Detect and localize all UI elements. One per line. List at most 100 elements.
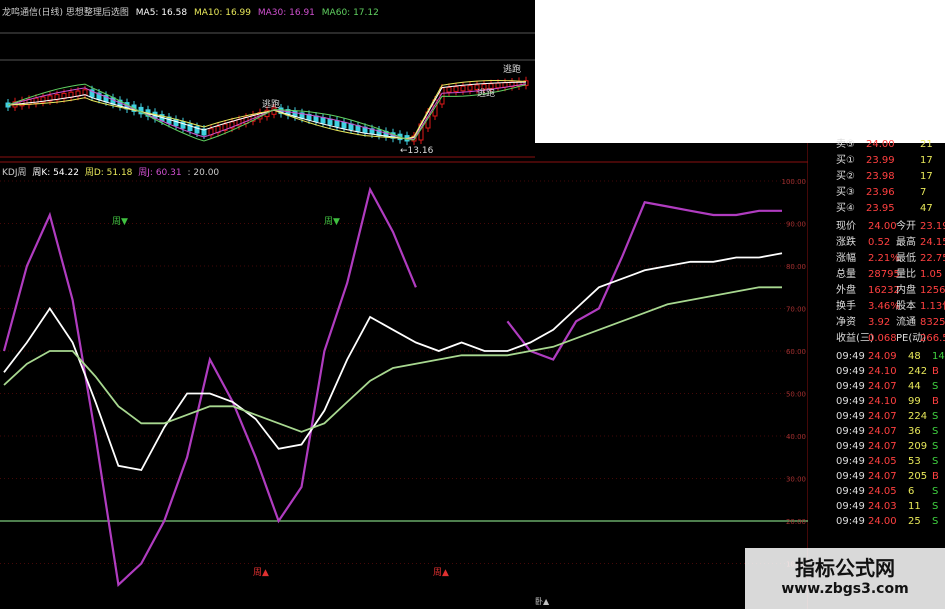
extra-label: : 20.00 [187,168,220,178]
sell-signal-1: 周▼ [112,217,128,227]
stat-value: 1.05 [920,269,943,280]
stat-label: 外盘 [836,285,856,296]
tick-volume: 25 [908,516,921,527]
stat-label: 最低 [896,253,916,264]
stat-label: 量比 [896,269,916,280]
stat-label: 最高 [896,237,916,248]
tick-volume: 209 [908,441,928,452]
tick-price: 24.05 [868,486,897,497]
tick-row: 09:49 24.07 44 S [808,379,945,395]
candle-body [495,82,501,89]
tick-volume: 44 [908,381,921,392]
y-tick-label: 80.00 [786,263,806,271]
stat-value: 8325万 [920,317,945,328]
stat-value: 266.5 [920,333,945,344]
tick-side: B [932,366,939,377]
tick-volume: 53 [908,456,921,467]
tick-side: S [932,486,939,497]
stat-row: 外盘16232内盘12563 [808,283,945,299]
stat-row: 总量 28795 量比 1.05 [808,267,945,283]
y-tick-label: 70.00 [786,306,806,314]
tick-volume: 224 [908,411,928,422]
order-price: 23.96 [866,187,895,198]
escape-label-2: 逃跑 [477,89,496,99]
candle-body [320,117,326,124]
order-volume: 17 [920,171,933,182]
tick-row: 09:49 24.03 11 S [808,499,945,515]
tick-price: 24.05 [868,456,897,467]
order-price: 23.98 [866,171,895,182]
tick-volume: 48 [908,351,921,362]
stat-row: 换手 3.46%股本 1.13亿 [808,299,945,315]
low-price-label: ←13.16 [400,146,434,156]
j-label: 周J: 60.31 [138,168,182,178]
tick-side: S [932,426,939,437]
tick-volume: 99 [908,396,921,407]
j-series-line [2,186,782,588]
ma5-label: MA5: 16.58 [135,8,188,18]
d-series-line [3,286,782,433]
tick-side: S [932,411,939,422]
tick-price: 24.09 [868,351,897,362]
y-tick-label: 60.00 [786,348,806,356]
tick-side: S [932,516,939,527]
tick-price: 24.00 [868,516,897,527]
tick-volume: 205 [908,471,928,482]
stat-value: 3.92 [868,317,891,328]
candle-body [327,118,333,126]
tick-price: 24.07 [868,441,897,452]
stat-value: 2.21% [868,253,900,264]
tick-row: 09:49 24.10 242 B [808,364,945,380]
stat-label: 涨跌 [836,237,856,248]
bottom-marker: 卧▲ [535,597,550,606]
tick-price: 24.07 [868,426,897,437]
tick-row: 09:49 24.07 36 S [808,424,945,440]
tick-time: 09:49 [836,411,865,422]
tick-row: 09:49 24.10 99 B [808,394,945,410]
tick-price: 24.10 [868,366,897,377]
stat-row: 涨幅 2.21%最低 22.75 [808,251,945,267]
stat-label: 内盘 [896,285,916,296]
ma30-label: MA30: 16.91 [257,8,315,18]
stat-value: 0.52 [868,237,891,248]
blank-panel [535,0,945,143]
tick-volume: 6 [908,486,915,497]
tick-volume: 242 [908,366,928,377]
candle-body [446,86,452,93]
stat-label: 今开 [896,221,916,232]
y-tick-label: 40.00 [786,433,806,441]
stat-label: 净资 [836,317,856,328]
order-label: 买③ [836,187,855,198]
quote-panel: 卖⑤ 24.00 21 买① 23.99 17 买② 23.98 17 买③ 23.96 7 买④ 23.… [808,139,945,609]
stat-value: 12563 [920,285,945,296]
stat-value: 24.15 [920,237,945,248]
tick-time: 09:49 [836,441,865,452]
y-tick-label: 90.00 [786,221,806,229]
tick-side: S [932,441,939,452]
tick-time: 09:49 [836,516,865,527]
candle-body [502,82,508,88]
tick-row: 09:49 24.00 25 S [808,514,945,530]
candle-body [453,86,459,92]
order-book-row: 买③ 23.96 7 [808,185,945,201]
order-volume: 47 [920,203,933,214]
candle-body [460,85,466,92]
y-axis: 100.00 90.00 80.00 70.00 60.00 50.00 40.00 30.0… [782,178,807,569]
stat-label: 股本 [896,301,916,312]
k-series-line [3,252,783,472]
d-label: 周D: 51.18 [84,168,133,178]
watermark-url: www.zbgs3.com [781,581,909,597]
buy-signal-2: 周▲ [433,568,449,578]
stat-value: 3.46% [868,301,900,312]
order-book-row: 买① 23.99 17 [808,153,945,169]
tick-price: 24.07 [868,381,897,392]
tick-row: 09:49 24.09 48 14 [808,349,945,365]
y-tick-label: 50.00 [786,391,806,399]
stat-label: 现价 [836,221,856,232]
candle-body [173,118,179,127]
candle-body [467,85,473,91]
stat-value: 22.75 [920,253,945,264]
candle-body [334,120,340,127]
header-kdj: KDJ周 周K: 54.22 周D: 51.18 周J: 60.31 : 20.… [2,165,219,178]
order-volume: 21 [920,139,933,150]
